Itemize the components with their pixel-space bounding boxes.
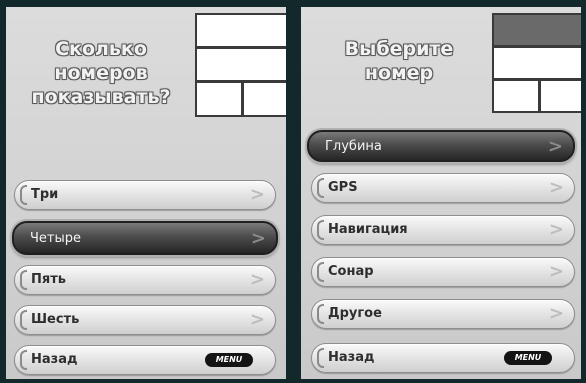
bracket-icon	[317, 304, 324, 324]
prompt-title: Выберите номер	[309, 37, 489, 85]
bracket-icon	[20, 270, 27, 290]
menu-item-four[interactable]: Четыре >	[12, 221, 278, 255]
menu-item-label: Четыре	[30, 231, 81, 246]
bracket-icon	[317, 348, 324, 368]
chevron-right-icon: >	[548, 177, 564, 198]
prompt-line: номер	[364, 62, 434, 84]
bracket-icon	[317, 262, 324, 282]
layout-cell	[197, 49, 286, 80]
prompt-title: Сколько номеров показывать?	[6, 37, 196, 109]
menu-item-label: Пять	[31, 272, 66, 287]
panel-layout-preview	[492, 13, 581, 113]
bracket-icon	[317, 220, 324, 240]
left-screen: Сколько номеров показывать? Три > Четыре…	[6, 7, 286, 379]
menu-item-label: Навигация	[328, 222, 408, 237]
prompt-line: номеров	[54, 62, 148, 84]
right-screen: Выберите номер Глубина > GPS > Навигация…	[301, 7, 581, 379]
menu-item-label: Глубина	[325, 139, 382, 154]
menu-item-other[interactable]: Другое >	[311, 299, 575, 329]
prompt-line: показывать?	[31, 86, 171, 108]
bracket-icon	[317, 178, 324, 198]
menu-item-label: Сонар	[328, 264, 374, 279]
menu-item-label: Другое	[328, 306, 382, 321]
layout-cell	[494, 81, 538, 111]
prompt-line: Выберите	[344, 38, 454, 60]
chevron-right-icon: >	[249, 309, 265, 330]
layout-cell-selected	[494, 15, 581, 45]
menu-item-three[interactable]: Три >	[14, 180, 276, 210]
menu-item-label: Шесть	[31, 312, 80, 327]
chevron-right-icon: >	[249, 184, 265, 205]
back-button[interactable]: Назад MENU	[311, 343, 575, 373]
chevron-right-icon: >	[548, 303, 564, 324]
chevron-right-icon: >	[548, 261, 564, 282]
menu-item-five[interactable]: Пять >	[14, 265, 276, 295]
layout-cell	[197, 83, 241, 115]
menu-key-badge: MENU	[205, 353, 253, 367]
chevron-right-icon: >	[250, 228, 266, 249]
menu-item-gps[interactable]: GPS >	[311, 173, 575, 203]
panel-layout-preview	[195, 13, 286, 117]
prompt-line: Сколько	[55, 38, 147, 60]
menu-item-navigation[interactable]: Навигация >	[311, 215, 575, 245]
back-label: Назад	[328, 350, 375, 365]
menu-item-sonar[interactable]: Сонар >	[311, 257, 575, 287]
layout-cell	[244, 83, 286, 115]
chevron-right-icon: >	[249, 269, 265, 290]
menu-item-depth[interactable]: Глубина >	[307, 130, 575, 162]
bracket-icon	[20, 185, 27, 205]
back-button[interactable]: Назад MENU	[14, 345, 276, 375]
menu-item-six[interactable]: Шесть >	[14, 305, 276, 335]
menu-item-label: GPS	[328, 180, 358, 195]
bracket-icon	[20, 310, 27, 330]
bracket-icon	[20, 350, 27, 370]
back-label: Назад	[31, 352, 78, 367]
menu-key-badge: MENU	[504, 351, 552, 365]
menu-item-label: Три	[31, 187, 59, 202]
chevron-right-icon: >	[548, 219, 564, 240]
layout-cell	[541, 81, 581, 111]
layout-cell	[494, 48, 581, 78]
chevron-right-icon: >	[547, 136, 563, 157]
layout-cell	[197, 15, 286, 46]
